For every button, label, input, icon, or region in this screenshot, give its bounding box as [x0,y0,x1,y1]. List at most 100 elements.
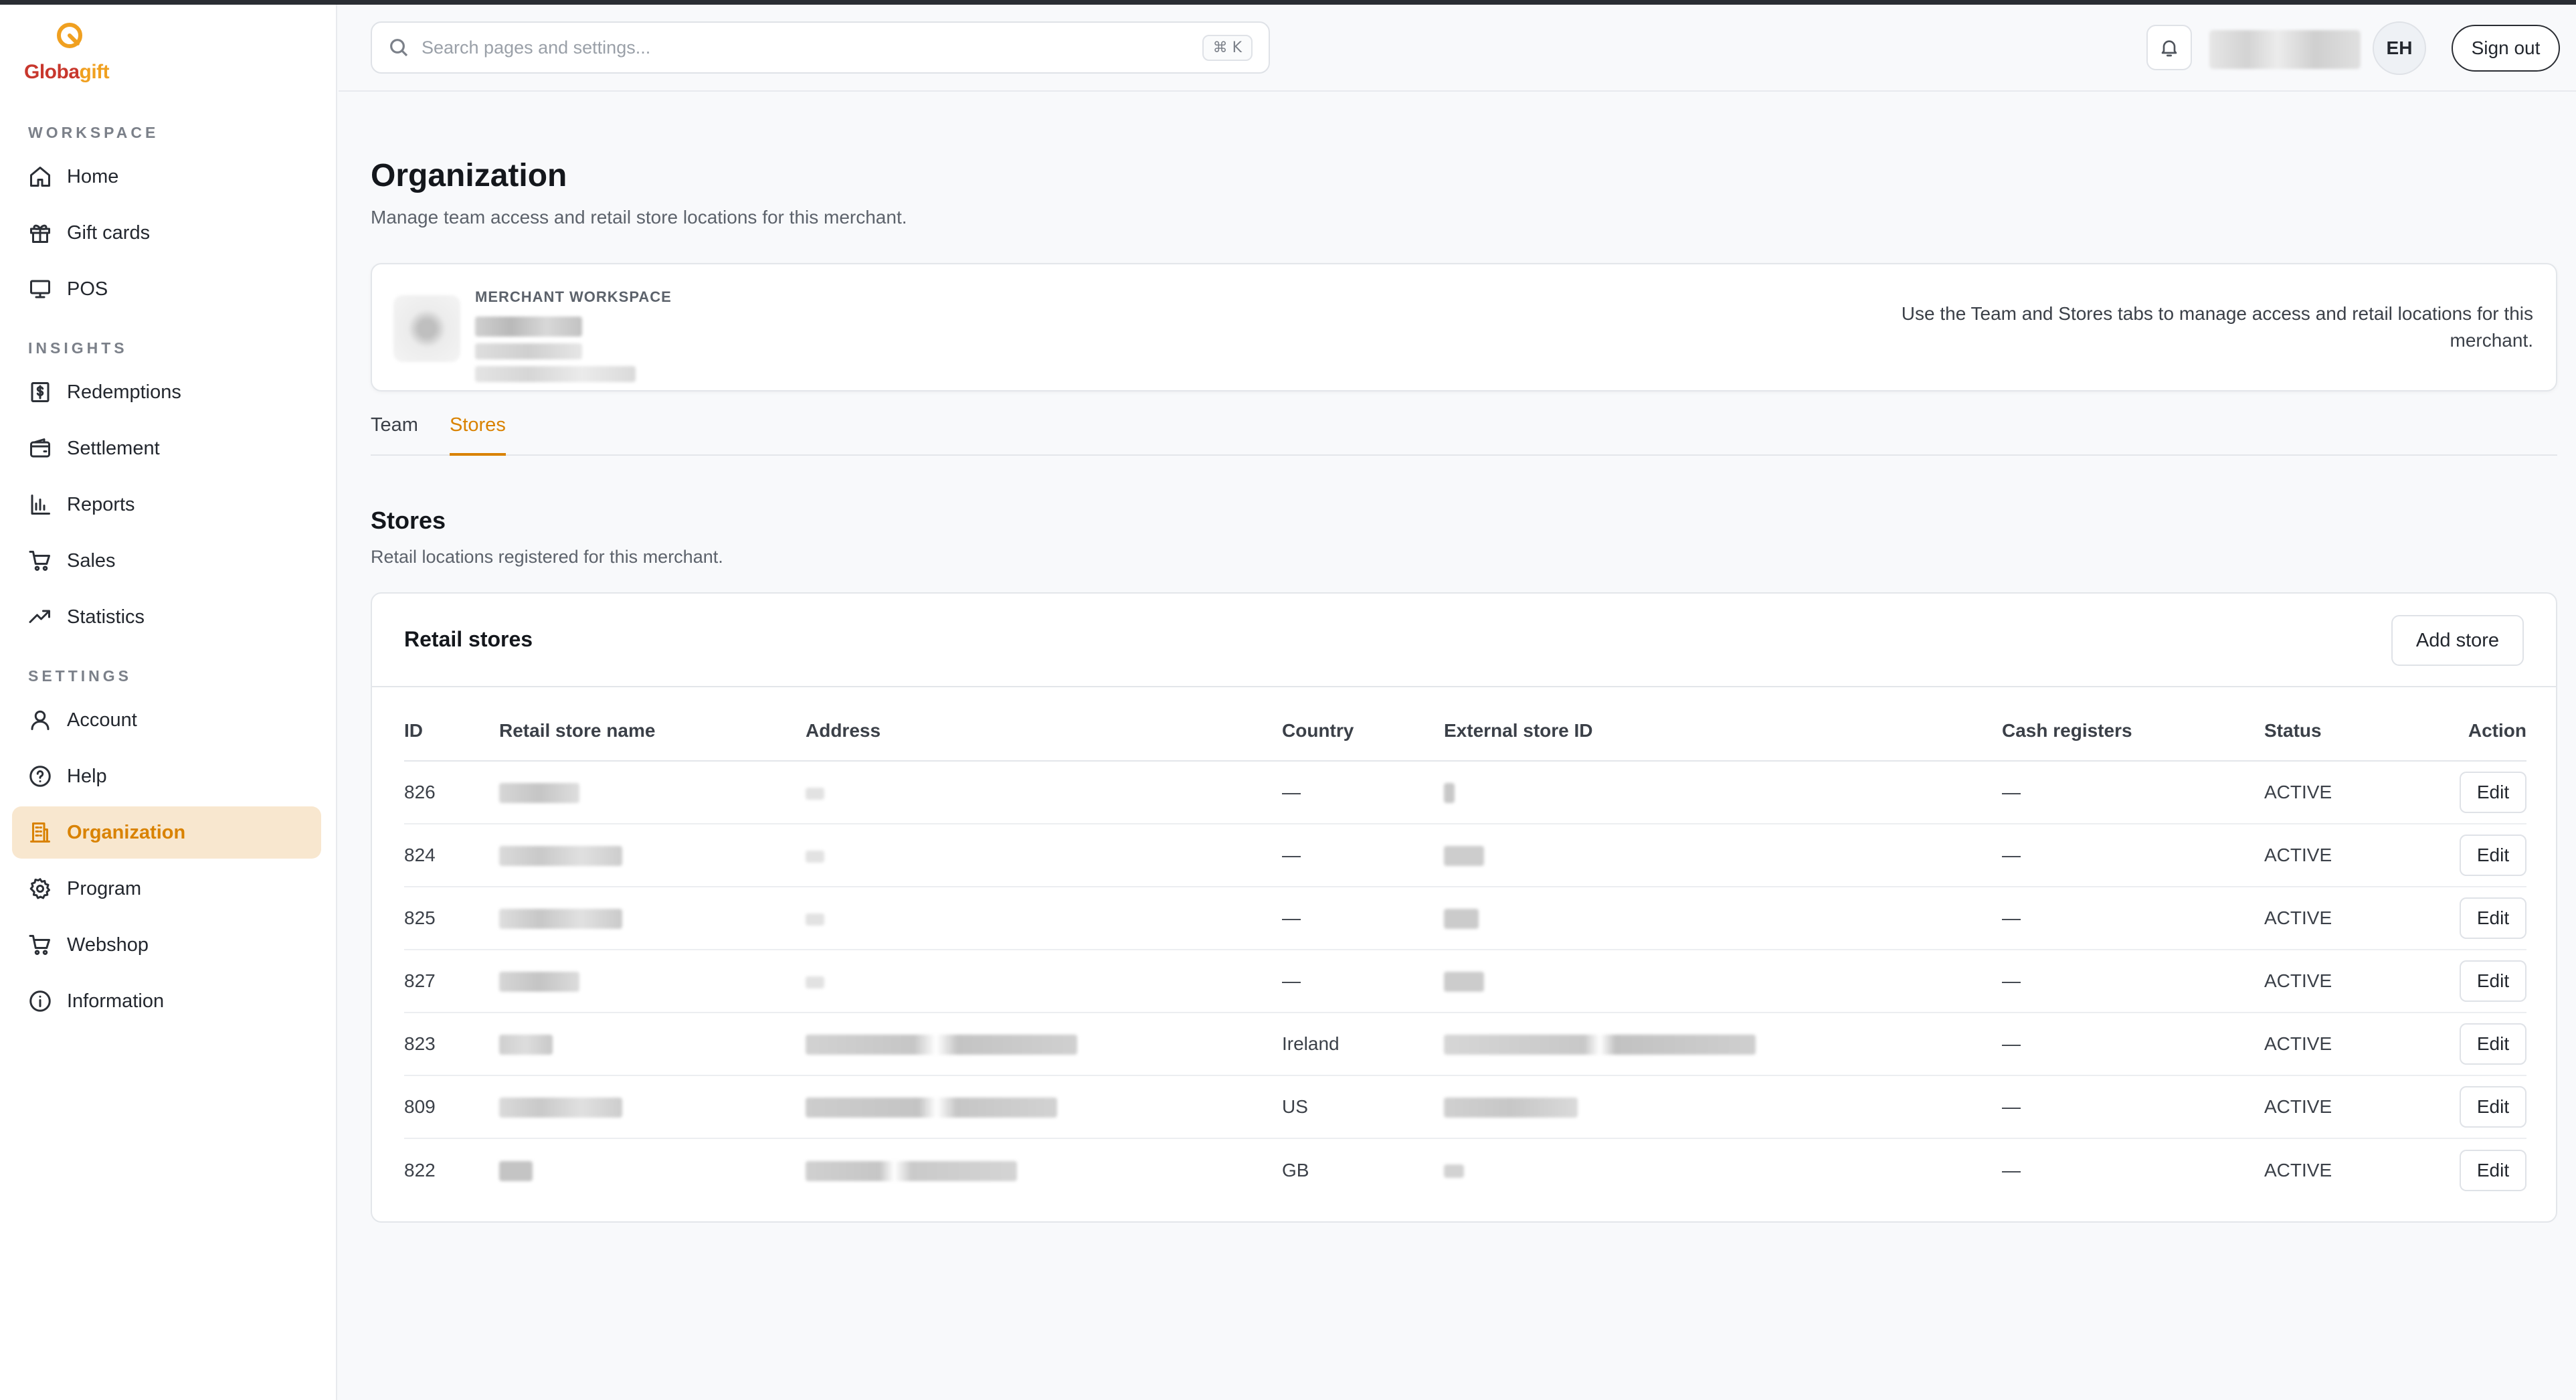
merchant-workspace-label: MERCHANT WORKSPACE [475,288,672,305]
store-status: ACTIVE [2264,887,2431,950]
store-cash-registers: — [2002,824,2264,887]
sidebar-item-label: Information [67,990,165,1012]
sidebar: Globagift WORKSPACE Home Gift cards POS … [0,5,337,1400]
sidebar-item-information[interactable]: Information [12,975,321,1027]
sidebar-item-organization[interactable]: Organization [12,806,321,859]
section-title: Stores [371,507,446,534]
store-status: ACTIVE [2264,1159,2332,1180]
sidebar-item-statistics[interactable]: Statistics [12,591,321,643]
external-id-redacted [1444,1035,1756,1055]
merchant-name-redacted [475,317,582,337]
store-country: GB [1282,1159,1309,1180]
stores-table: ID Retail store name Address Country Ext… [404,701,2526,1201]
sidebar-item-home[interactable]: Home [12,151,321,203]
edit-store-button[interactable]: Edit [2460,772,2526,813]
card-title: Retail stores [404,627,533,651]
sidebar-item-pos[interactable]: POS [12,263,321,315]
merchant-detail-redacted [475,343,582,359]
address-redacted [806,1098,1057,1118]
table-row: 809 US — ACTIVE Edit [404,1075,2526,1139]
sidebar-item-label: Sales [67,549,116,572]
store-cash-registers: — [2002,887,2264,950]
sidebar-item-label: Gift cards [67,222,151,244]
store-name-redacted [499,1035,553,1055]
store-country: — [1282,887,1444,950]
column-header-external-id: External store ID [1444,701,2002,762]
nav-section-settings: SETTINGS [28,667,132,685]
sidebar-item-redemptions[interactable]: Redemptions [12,366,321,418]
window-top-strip [0,0,2576,5]
trending-up-icon [28,605,52,629]
store-id: 827 [404,950,499,1013]
sidebar-item-settlement[interactable]: Settlement [12,422,321,474]
edit-store-button[interactable]: Edit [2460,1023,2526,1065]
sidebar-item-program[interactable]: Program [12,863,321,915]
external-id-redacted [1444,846,1484,867]
page-subtitle: Manage team access and retail store loca… [371,207,907,228]
tab-bar: Team Stores [371,414,2557,456]
monitor-icon [28,277,52,301]
user-name-redacted [2209,30,2361,69]
card-header: Retail stores Add store [372,594,2556,687]
store-name-redacted [499,1160,533,1181]
store-status: ACTIVE [2264,1075,2431,1139]
edit-store-button[interactable]: Edit [2460,1149,2526,1191]
edit-store-button[interactable]: Edit [2460,835,2526,876]
sidebar-item-account[interactable]: Account [12,694,321,746]
store-status: ACTIVE [2264,824,2431,887]
table-row: 825 — — ACTIVE Edit [404,887,2526,950]
sidebar-item-help[interactable]: Help [12,750,321,802]
search-input[interactable] [422,37,1202,58]
add-store-button[interactable]: Add store [2391,615,2524,666]
search-bar[interactable]: ⌘ K [371,21,1270,74]
merchant-detail-redacted [475,366,636,382]
edit-store-button[interactable]: Edit [2460,960,2526,1002]
sidebar-item-label: Webshop [67,934,149,956]
sign-out-button[interactable]: Sign out [2452,25,2560,72]
store-cash-registers: — [2002,1013,2264,1076]
store-name-redacted [499,972,579,992]
sidebar-item-label: Program [67,877,142,899]
external-id-redacted [1444,783,1455,804]
help-circle-icon [28,764,52,788]
tab-team[interactable]: Team [371,414,418,456]
sidebar-item-label: Account [67,709,137,731]
store-cash-registers: — [2002,1075,2264,1139]
column-header-address: Address [806,701,1282,762]
globagift-logo[interactable]: Globagift [24,19,124,93]
sidebar-item-label: Home [67,165,119,187]
retail-stores-card: Retail stores Add store ID Retail store … [371,592,2557,1223]
sidebar-item-label: Redemptions [67,381,181,403]
store-country: — [1282,950,1444,1013]
store-id: 822 [404,1159,436,1180]
section-subtitle: Retail locations registered for this mer… [371,547,723,567]
merchant-card: MERCHANT WORKSPACE Use the Team and Stor… [371,263,2557,391]
notifications-button[interactable] [2146,25,2192,70]
store-name-redacted [499,909,622,930]
store-id: 826 [404,761,499,824]
sidebar-item-sales[interactable]: Sales [12,535,321,587]
column-header-cash-registers: Cash registers [2002,701,2264,762]
table-row: 823 Ireland — ACTIVE Edit [404,1013,2526,1076]
sidebar-item-reports[interactable]: Reports [12,478,321,531]
sidebar-item-label: Reports [67,493,135,515]
wallet-icon [28,436,52,460]
store-id: 824 [404,824,499,887]
sidebar-item-label: Settlement [67,437,160,459]
user-icon [28,708,52,732]
store-status: ACTIVE [2264,950,2431,1013]
sidebar-item-webshop[interactable]: Webshop [12,919,321,971]
address-redacted [806,913,824,926]
top-header: ⌘ K EH Sign out [339,5,2576,92]
external-id-redacted [1444,1164,1464,1178]
column-header-store-name: Retail store name [499,701,806,762]
edit-store-button[interactable]: Edit [2460,1086,2526,1128]
tab-stores[interactable]: Stores [450,414,506,456]
page-title: Organization [371,158,567,193]
avatar[interactable]: EH [2373,21,2426,75]
edit-store-button[interactable]: Edit [2460,897,2526,939]
store-country: — [1282,824,1444,887]
column-header-action: Action [2431,701,2526,762]
store-status: ACTIVE [2264,1013,2431,1076]
sidebar-item-gift-cards[interactable]: Gift cards [12,207,321,259]
